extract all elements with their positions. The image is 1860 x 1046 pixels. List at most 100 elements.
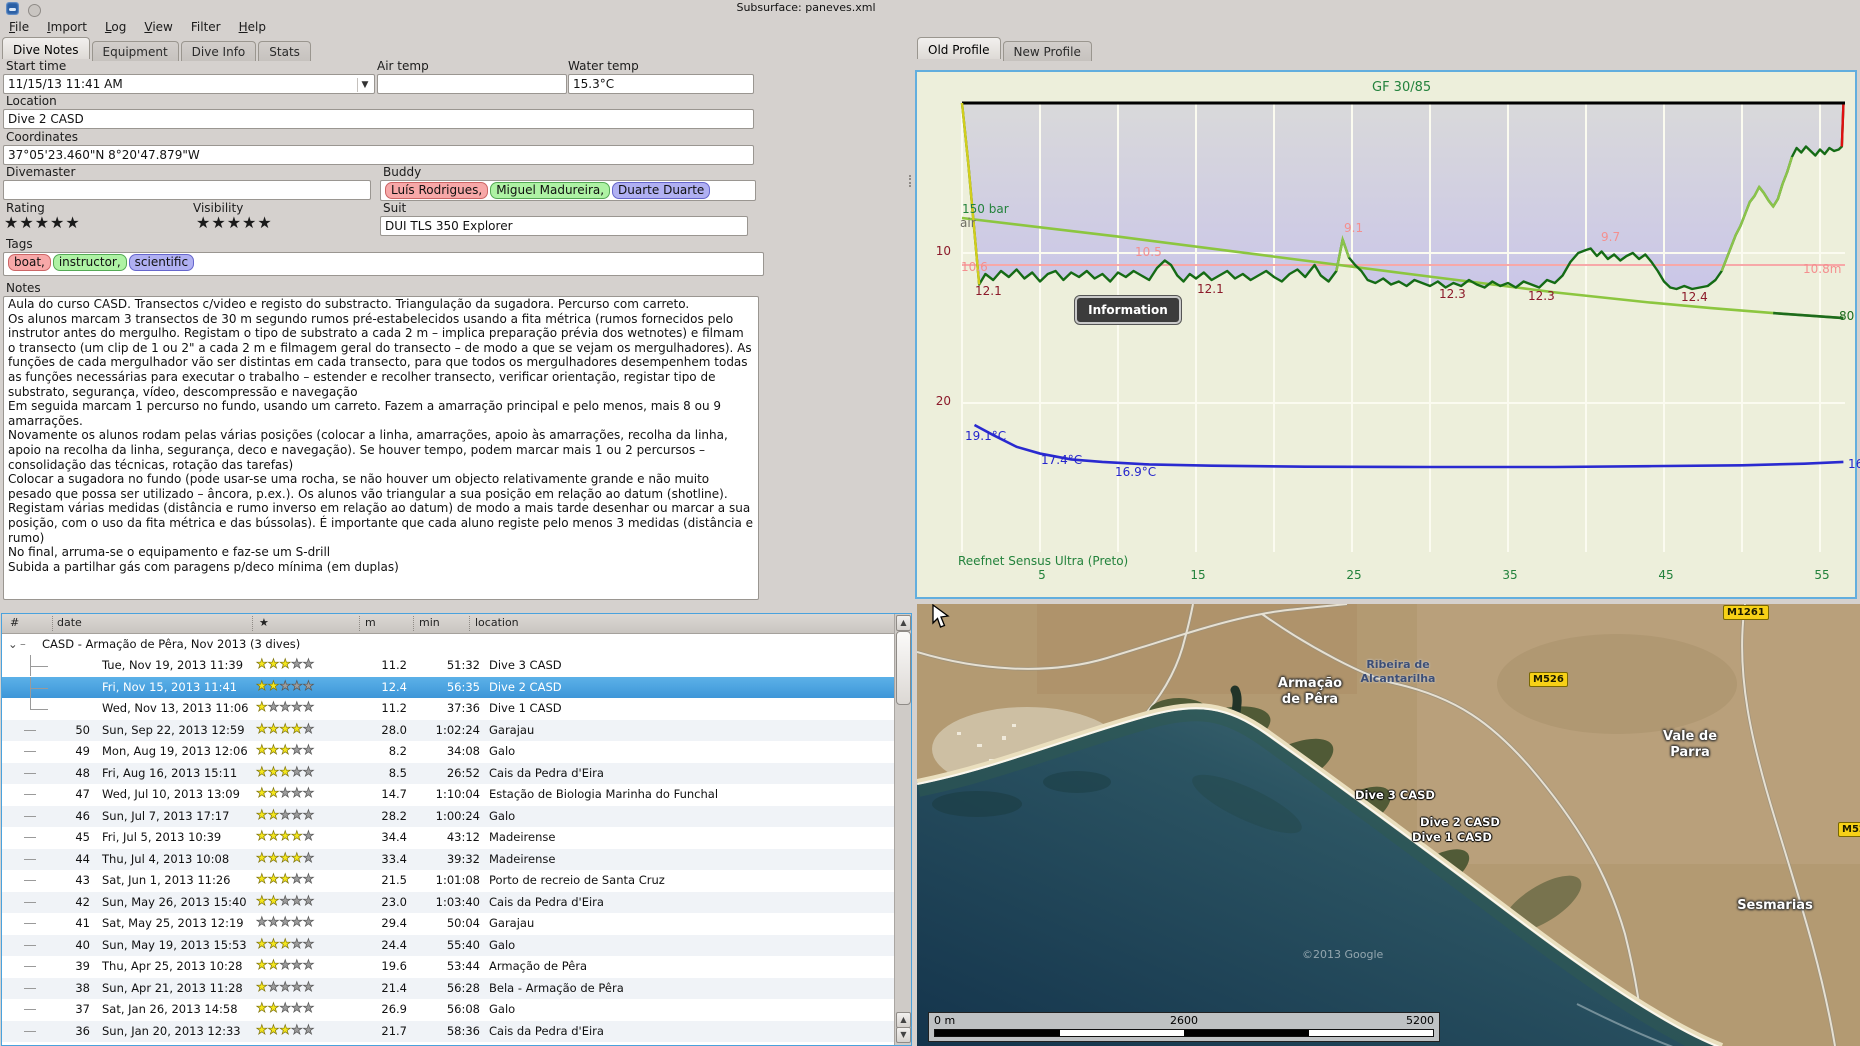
suit-field[interactable] <box>380 216 748 236</box>
dive-site-label: Dive 3 CASD <box>1355 788 1435 802</box>
star-icon: ★ <box>302 936 315 952</box>
table-row[interactable]: 44 Thu, Jul 4, 2013 10:08 ★★★★★ 33.4 39:32 Ma… <box>2 848 895 870</box>
star-icon: ★ <box>290 850 303 866</box>
buddy-pill: Luís Rodrigues, <box>385 182 489 199</box>
table-row[interactable]: 46 Sun, Jul 7, 2013 17:17 ★★★★★ 28.2 1:00:24… <box>2 805 895 827</box>
star-icon: ★ <box>302 1022 315 1038</box>
table-row[interactable]: 45 Fri, Jul 5, 2013 10:39 ★★★★★ 34.4 43:12 Ma… <box>2 827 895 848</box>
star-icon: ★ <box>267 657 280 673</box>
temperature-label: 17.4°C <box>1041 453 1083 467</box>
scale-segments <box>934 1029 1434 1037</box>
table-row[interactable]: 41 Sat, May 25, 2013 12:19 ★★★★★ 29.4 50:04 G… <box>2 913 895 934</box>
star-icon: ★ <box>256 786 268 802</box>
menu-help[interactable]: Help <box>230 17 275 36</box>
scroll-thumb[interactable] <box>896 631 911 705</box>
chevron-down-icon[interactable]: ▼ <box>357 78 372 92</box>
table-row[interactable]: 50 Sun, Sep 22, 2013 12:59 ★★★★★ 28.0 1:02:2… <box>2 719 895 741</box>
column-header-num[interactable]: # <box>10 616 19 629</box>
time-tick: 5 <box>1038 568 1046 582</box>
tab-dive-info[interactable]: Dive Info <box>180 41 257 61</box>
star-icon: ★ <box>279 893 291 909</box>
map-copyright: ©2013 Google <box>1302 948 1384 961</box>
column-header-location[interactable]: location <box>475 616 519 629</box>
water-temp-field[interactable] <box>568 74 754 94</box>
menu-view[interactable]: View <box>135 17 181 36</box>
coordinates-field[interactable] <box>3 145 754 165</box>
divemaster-label: Divemaster <box>6 165 76 179</box>
time-tick: 35 <box>1502 568 1518 582</box>
table-row[interactable]: Fri, Nov 15, 2013 11:41 ★★★★★ 12.4 56:35 Div… <box>2 676 895 698</box>
pressure-start-label: 150 bar <box>962 202 1009 216</box>
depth-annotation: 12.1 <box>1197 282 1224 296</box>
scroll-down-button[interactable]: ▼ <box>896 1027 911 1043</box>
scroll-up-button-2[interactable]: ▲ <box>896 1012 911 1028</box>
menu-filter[interactable]: Filter <box>182 17 230 36</box>
tab-dive-notes[interactable]: Dive Notes <box>2 37 90 59</box>
star-icon: ★ <box>65 213 81 232</box>
tags-field[interactable]: boat, instructor, scientific <box>3 252 764 276</box>
table-row[interactable]: Tue, Nov 19, 2013 11:39 ★★★★★ 11.2 51:32 Div… <box>2 655 895 676</box>
dive-trip-group-row[interactable]: ⌄ – CASD - Armação de Pêra, Nov 2013 (3 di… <box>2 634 895 655</box>
table-row[interactable]: Wed, Nov 13, 2013 11:06 ★★★★★ 11.2 37:36 Div… <box>2 698 895 719</box>
start-time-combobox[interactable]: 11/15/13 11:41 AM ▼ <box>3 74 375 94</box>
star-icon: ★ <box>279 915 291 931</box>
dive-profile-chart[interactable]: GF 30/85 150 bar air 10 20 10.6 10.8m 80… <box>915 70 1860 599</box>
star-icon: ★ <box>290 700 303 716</box>
star-icon: ★ <box>226 213 243 232</box>
column-header-duration[interactable]: min <box>419 616 440 629</box>
star-icon: ★ <box>279 936 291 952</box>
table-row[interactable]: 40 Sun, May 19, 2013 15:53 ★★★★★ 24.4 55:40 G… <box>2 934 895 956</box>
table-row[interactable]: 49 Mon, Aug 19, 2013 12:06 ★★★★★ 8.2 34:08 Ga… <box>2 741 895 762</box>
table-row[interactable]: 43 Sat, Jun 1, 2013 11:26 ★★★★★ 21.5 1:01:08… <box>2 870 895 891</box>
rating-stars[interactable]: ★★★★★ <box>4 215 81 231</box>
menu-log[interactable]: Log <box>96 17 135 36</box>
depth-tick-10: 10 <box>935 244 951 258</box>
star-icon: ★ <box>290 678 303 694</box>
column-header-stars[interactable]: ★ <box>259 616 269 629</box>
time-tick: 45 <box>1658 568 1674 582</box>
tab-equipment[interactable]: Equipment <box>91 41 179 61</box>
star-icon: ★ <box>279 743 291 759</box>
star-icon: ★ <box>290 915 303 931</box>
location-field[interactable] <box>3 109 754 129</box>
dive-list-header[interactable]: # date ★ m min location <box>2 614 895 634</box>
buddy-label: Buddy <box>383 165 422 179</box>
star-icon: ★ <box>19 213 35 232</box>
tab-new-profile[interactable]: New Profile <box>1002 41 1092 61</box>
table-row[interactable]: 39 Thu, Apr 25, 2013 10:28 ★★★★★ 19.6 53:44 A… <box>2 956 895 977</box>
table-row[interactable]: 37 Sat, Jan 26, 2013 14:58 ★★★★★ 26.9 56:08 G… <box>2 999 895 1020</box>
star-icon: ★ <box>279 764 291 780</box>
column-header-date[interactable]: date <box>57 616 82 629</box>
table-row[interactable]: 38 Sun, Apr 21, 2013 11:28 ★★★★★ 21.4 56:28 B… <box>2 977 895 999</box>
air-temp-field[interactable] <box>377 74 567 94</box>
information-button[interactable]: Information <box>1074 295 1182 325</box>
star-icon: ★ <box>279 872 291 888</box>
table-row[interactable]: 48 Fri, Aug 16, 2013 15:11 ★★★★★ 8.5 26:52 Ca… <box>2 762 895 784</box>
main-tabbar: Dive Notes Equipment Dive Info Stats <box>2 37 313 61</box>
star-icon: ★ <box>267 721 280 737</box>
scroll-up-button[interactable]: ▲ <box>896 615 911 631</box>
divemaster-field[interactable] <box>3 180 371 200</box>
buddy-field[interactable]: Luís Rodrigues, Miguel Madureira, Duarte D… <box>380 180 756 201</box>
table-row[interactable]: 47 Wed, Jul 10, 2013 13:09 ★★★★★ 14.7 1:10:0… <box>2 784 895 805</box>
depth-annotation: 9.1 <box>1344 221 1364 235</box>
dive-site-map[interactable]: Armação de Pêra Ribeira de Alcantarilha Vale… <box>917 604 1860 1046</box>
notes-textarea[interactable]: Aula do curso CASD. Transectos c/video e… <box>3 296 759 600</box>
tab-old-profile[interactable]: Old Profile <box>917 37 1001 59</box>
column-header-depth[interactable]: m <box>365 616 376 629</box>
table-row[interactable]: 42 Sun, May 26, 2013 15:40 ★★★★★ 23.0 1:03:4… <box>2 891 895 913</box>
star-icon: ★ <box>256 743 268 759</box>
dive-list-table[interactable]: # date ★ m min location ⌄ – CASD - Armação de P… <box>1 613 912 1046</box>
menu-file[interactable]: File <box>0 17 38 36</box>
star-icon: ★ <box>267 850 280 866</box>
menu-import[interactable]: Import <box>38 17 96 36</box>
table-row[interactable]: 36 Sun, Jan 20, 2013 12:33 ★★★★★ 21.7 58:36 C… <box>2 1020 895 1042</box>
dive-list-scrollbar[interactable]: ▲ ▲ ▼ <box>894 614 911 1045</box>
star-icon: ★ <box>267 936 280 952</box>
temperature-label: 16 <box>1848 457 1860 471</box>
dive-site-label: Dive 2 CASD <box>1420 815 1500 829</box>
dive-computer-label: Reefnet Sensus Ultra (Preto) <box>958 554 1129 568</box>
tab-stats[interactable]: Stats <box>258 41 311 61</box>
panel-splitter[interactable] <box>909 175 914 187</box>
visibility-stars[interactable]: ★★★★★ <box>196 215 273 231</box>
